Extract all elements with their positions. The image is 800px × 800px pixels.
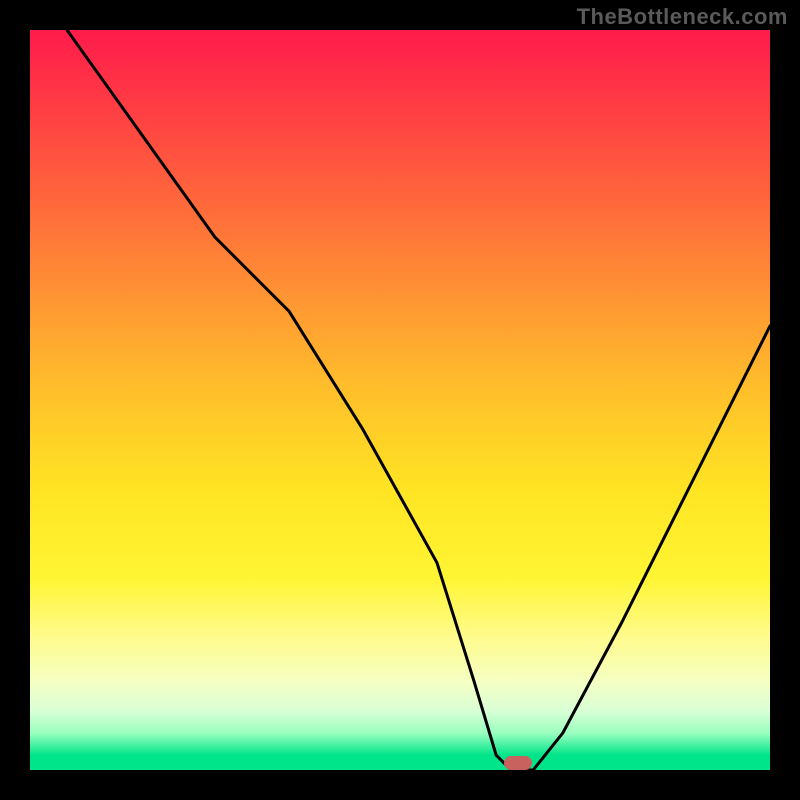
chart-frame: TheBottleneck.com <box>0 0 800 800</box>
watermark-text: TheBottleneck.com <box>577 4 788 30</box>
optimal-marker <box>504 756 532 770</box>
bottleneck-curve <box>67 30 770 770</box>
plot-area <box>30 30 770 770</box>
curve-svg <box>30 30 770 770</box>
